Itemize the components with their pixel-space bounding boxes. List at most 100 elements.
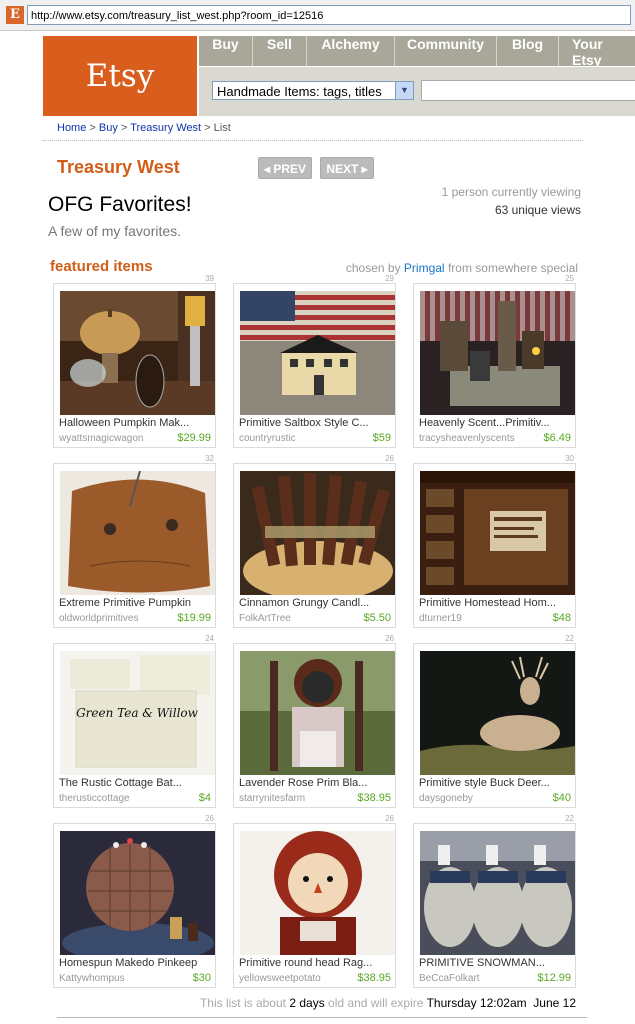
nav-buy[interactable]: Buy: [199, 36, 253, 66]
item-price: $59: [372, 432, 391, 444]
item-title[interactable]: Lavender Rose Prim Bla...: [239, 777, 391, 789]
item-number: 32: [205, 454, 214, 463]
item-card[interactable]: 39 Halloween Pumpkin Mak... wyattsmagicw…: [53, 274, 216, 448]
dropdown-arrow-icon[interactable]: ▼: [395, 82, 413, 99]
item-seller[interactable]: starrynitesfarm: [239, 793, 305, 804]
breadcrumb-home[interactable]: Home: [57, 122, 86, 134]
nav-blog[interactable]: Blog: [497, 36, 559, 66]
item-number: 26: [385, 454, 394, 463]
list-age: 2 days: [289, 996, 325, 1010]
breadcrumb-buy[interactable]: Buy: [99, 122, 118, 134]
item-title[interactable]: Heavenly Scent...Primitiv...: [419, 417, 571, 429]
browser-address-bar: E http://www.etsy.com/treasury_list_west…: [0, 0, 635, 31]
treasury-name[interactable]: Treasury West: [57, 157, 180, 178]
expiry-middle: old and will expire: [328, 996, 424, 1010]
item-image-prim-doll[interactable]: [240, 651, 395, 775]
item-seller[interactable]: yellowsweetpotato: [239, 973, 321, 984]
item-card[interactable]: 32 Extreme Primitive Pumpkin oldworldpri…: [53, 454, 216, 628]
nav-community[interactable]: Community: [395, 36, 497, 66]
divider: [43, 140, 583, 141]
item-seller[interactable]: wyattsmagicwagon: [59, 433, 143, 444]
item-image-primitive-pumpkin[interactable]: [60, 471, 215, 595]
url-field[interactable]: http://www.etsy.com/treasury_list_west.p…: [27, 5, 631, 25]
item-image-rag-doll[interactable]: [240, 831, 395, 955]
breadcrumb-sep: >: [86, 122, 99, 134]
search-category-label: Handmade Items: tags, titles: [217, 84, 382, 99]
item-card[interactable]: 26 Primitive round head Rag... yellowswe…: [233, 814, 396, 988]
nav-your-etsy[interactable]: Your Etsy: [559, 36, 635, 68]
item-seller[interactable]: oldworldprimitives: [59, 613, 138, 624]
item-title[interactable]: Homespun Makedo Pinkeep: [59, 957, 211, 969]
item-image-pinkeep[interactable]: [60, 831, 215, 955]
item-card[interactable]: 22 Primitive style Buck Deer... daysgone…: [413, 634, 576, 808]
item-title[interactable]: Halloween Pumpkin Mak...: [59, 417, 211, 429]
item-title[interactable]: PRIMITIVE SNOWMAN...: [419, 957, 571, 969]
expiry-day: June 12: [533, 996, 576, 1010]
expiry-prefix: This list is about: [199, 996, 286, 1010]
item-title[interactable]: Primitive Homestead Hom...: [419, 597, 571, 609]
item-image-scented-jars[interactable]: [420, 291, 575, 415]
item-image-pumpkin-candle[interactable]: [60, 291, 215, 415]
item-title[interactable]: The Rustic Cottage Bat...: [59, 777, 211, 789]
item-image-saltbox-house[interactable]: [240, 291, 395, 415]
item-price: $19.99: [177, 612, 211, 624]
nav-sell[interactable]: Sell: [253, 36, 307, 66]
viewer-count: 1 person currently viewing: [441, 185, 581, 199]
item-price: $48: [552, 612, 571, 624]
nav-alchemy[interactable]: Alchemy: [307, 36, 395, 66]
main-nav: Buy Sell Alchemy Community Blog Your Ets…: [199, 36, 635, 68]
item-card[interactable]: 30 Primitive Homestead Hom... dturner19 …: [413, 454, 576, 628]
item-seller[interactable]: Kattywhompus: [59, 973, 125, 984]
item-number: 26: [205, 814, 214, 823]
item-card[interactable]: 22 PRIMITIVE SNOWMAN... BeCcaFolkart $12…: [413, 814, 576, 988]
item-card[interactable]: 24 Green Tea & Willow The Rustic Cottage…: [53, 634, 216, 808]
item-title[interactable]: Primitive round head Rag...: [239, 957, 391, 969]
breadcrumb-sep: >: [117, 122, 131, 134]
etsy-logo[interactable]: Etsy: [43, 36, 197, 116]
item-card[interactable]: 26 Lavender Rose Prim Bla... starrynites…: [233, 634, 396, 808]
item-title[interactable]: Extreme Primitive Pumpkin: [59, 597, 211, 609]
search-bar: Handmade Items: tags, titles ▼: [199, 67, 635, 116]
item-seller[interactable]: BeCcaFolkart: [419, 973, 480, 984]
item-number: 30: [565, 454, 574, 463]
item-seller[interactable]: FolkArtTree: [239, 613, 291, 624]
item-price: $5.50: [363, 612, 391, 624]
item-seller[interactable]: daysgoneby: [419, 793, 473, 804]
item-card[interactable]: 26 Homespun Makedo Pinkeep Kattywhompus …: [53, 814, 216, 988]
item-image-cinnamon-candles[interactable]: [240, 471, 395, 595]
item-number: 26: [385, 634, 394, 643]
item-image-snowmen[interactable]: [420, 831, 575, 955]
item-seller[interactable]: countryrustic: [239, 433, 296, 444]
item-title[interactable]: Primitive Saltbox Style C...: [239, 417, 391, 429]
item-title[interactable]: Cinnamon Grungy Candl...: [239, 597, 391, 609]
next-button[interactable]: NEXT ▸: [320, 157, 374, 179]
item-seller[interactable]: tracysheavenlyscents: [419, 433, 515, 444]
item-number: 22: [565, 634, 574, 643]
item-number: 26: [385, 814, 394, 823]
item-seller[interactable]: therusticcottage: [59, 793, 130, 804]
right-arrow-icon: ▸: [358, 162, 368, 176]
item-title[interactable]: Primitive style Buck Deer...: [419, 777, 571, 789]
prev-button[interactable]: ◂ PREV: [258, 157, 312, 179]
item-card[interactable]: 25 Heavenly Scent...Primitiv... tracyshe…: [413, 274, 576, 448]
chosen-by-line: chosen by Primgal from somewhere special: [346, 261, 578, 275]
item-image-buck-deer[interactable]: [420, 651, 575, 775]
curator-link[interactable]: Primgal: [404, 261, 445, 275]
expiry-date: Thursday 12:02am: [426, 996, 527, 1010]
next-label: NEXT: [326, 162, 359, 176]
item-card[interactable]: 26 Cinnamon Grungy Candl... FolkArtTree …: [233, 454, 396, 628]
item-number: 25: [565, 274, 574, 283]
list-title: OFG Favorites!: [48, 193, 192, 216]
item-image-soap-bars[interactable]: Green Tea & Willow: [60, 651, 215, 775]
item-seller[interactable]: dturner19: [419, 613, 462, 624]
item-number: 24: [205, 634, 214, 643]
expiry-line: This list is about 2 days old and will e…: [200, 996, 576, 1010]
item-image-homestead-sign[interactable]: [420, 471, 575, 595]
item-price: $12.99: [537, 972, 571, 984]
item-card[interactable]: 29 Primitive Saltbox Style C... countryr…: [233, 274, 396, 448]
search-category-select[interactable]: Handmade Items: tags, titles ▼: [212, 81, 414, 100]
breadcrumb-treasury[interactable]: Treasury West: [130, 122, 201, 134]
curator-location: somewhere special: [475, 261, 578, 275]
search-input[interactable]: [421, 80, 635, 101]
item-price: $30: [192, 972, 211, 984]
